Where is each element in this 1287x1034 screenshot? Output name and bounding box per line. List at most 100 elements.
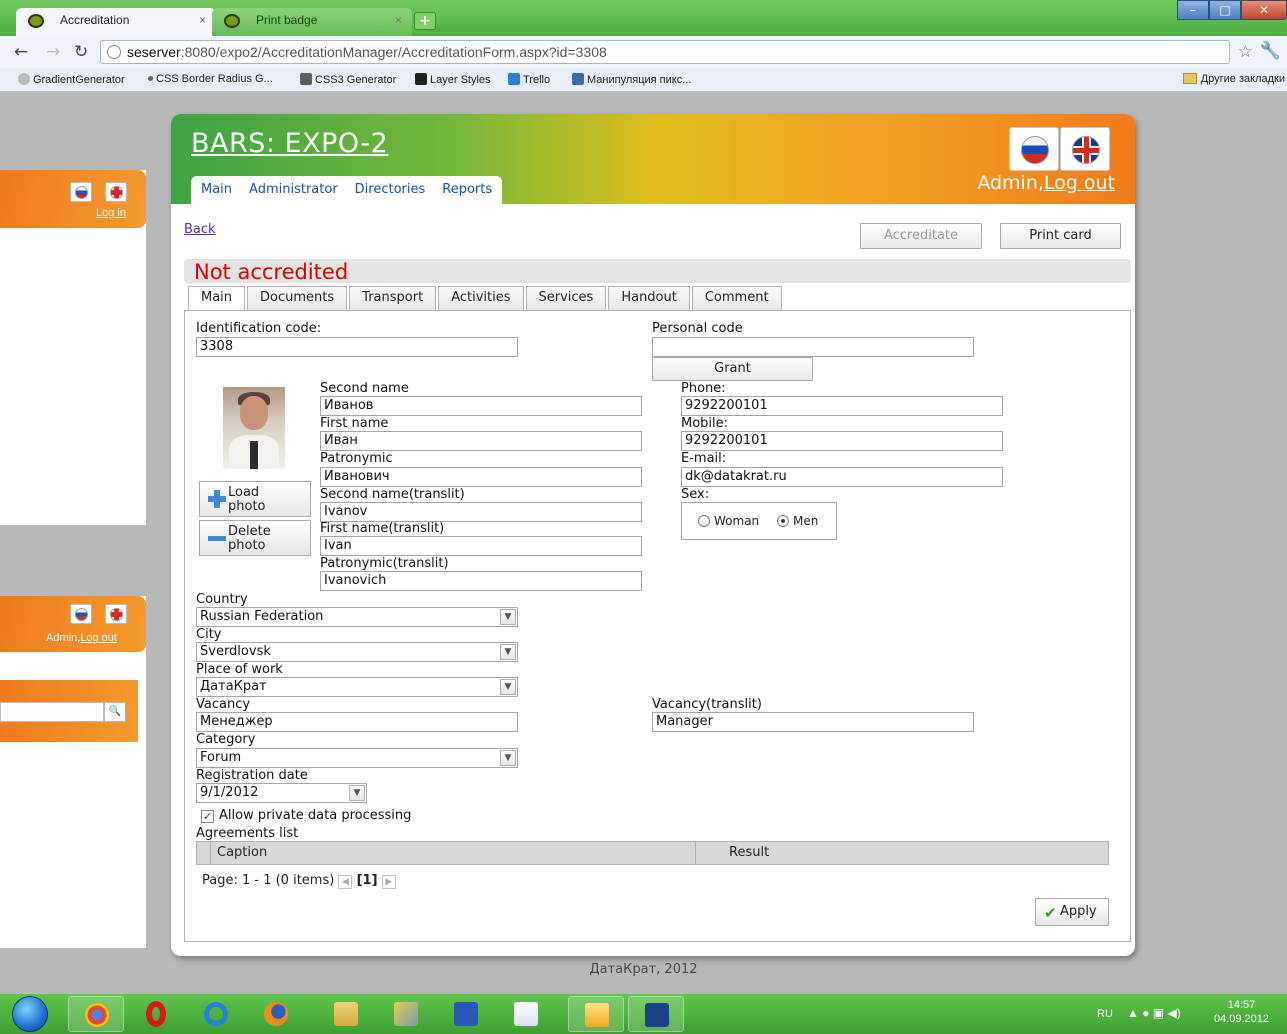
ru-flag-icon[interactable] xyxy=(70,604,92,624)
checkmark-icon: ✔ xyxy=(1044,904,1057,922)
uk-flag-icon[interactable] xyxy=(105,182,127,202)
print-card-button[interactable]: Print card xyxy=(1000,223,1121,249)
pager-current-page[interactable]: [1] xyxy=(357,873,378,888)
ie-taskbar-icon[interactable] xyxy=(188,996,244,1032)
tab-handout[interactable]: Handout xyxy=(608,286,690,310)
logout-link[interactable]: Log out xyxy=(80,632,117,644)
bookmark-star-icon[interactable]: ☆ xyxy=(1238,42,1253,62)
column-result[interactable]: Result xyxy=(729,842,769,864)
back-link[interactable]: Back xyxy=(184,222,216,237)
phone-field[interactable]: 9292200101 xyxy=(681,396,1003,416)
bookmark-item[interactable]: CSS Border Radius G... xyxy=(148,73,273,85)
mobile-field[interactable]: 9292200101 xyxy=(681,431,1003,451)
menu-item-main[interactable]: Main xyxy=(201,182,232,206)
personal-code-field[interactable] xyxy=(652,337,974,357)
menu-item-reports[interactable]: Reports xyxy=(442,182,492,206)
notepad-taskbar-icon[interactable] xyxy=(498,996,554,1032)
sex-option-woman[interactable]: Woman xyxy=(698,514,759,528)
column-caption[interactable]: Caption xyxy=(217,842,267,864)
firefox-taskbar-icon[interactable] xyxy=(248,996,304,1032)
load-photo-button[interactable]: Load photo xyxy=(199,481,311,517)
city-select[interactable]: Sverdlovsk ▼ xyxy=(196,642,518,662)
new-tab-button[interactable]: + xyxy=(414,12,436,30)
forward-arrow-icon[interactable]: → xyxy=(46,42,60,62)
uk-flag-icon[interactable] xyxy=(105,604,127,624)
patronymic-translit-field[interactable]: Ivanovich xyxy=(320,571,642,591)
tray-icons[interactable]: ▲ ● ▣ ◀) xyxy=(1127,1006,1181,1020)
messenger-taskbar-icon[interactable] xyxy=(568,996,624,1032)
chevron-down-icon[interactable]: ▼ xyxy=(500,679,516,695)
tab-services[interactable]: Services xyxy=(525,286,607,310)
vacancy-field[interactable]: Менеджер xyxy=(196,712,518,732)
wrench-menu-icon[interactable]: 🔧 xyxy=(1260,41,1281,61)
explorer-taskbar-icon[interactable] xyxy=(318,996,374,1032)
country-select[interactable]: Russian Federation ▼ xyxy=(196,607,518,627)
save-taskbar-icon[interactable] xyxy=(438,996,494,1032)
registration-date-picker[interactable]: 9/1/2012 ▼ xyxy=(196,783,367,803)
tab-accreditation[interactable]: Accreditation × xyxy=(16,8,216,36)
login-link[interactable]: Log in xyxy=(96,207,126,219)
menu-item-directories[interactable]: Directories xyxy=(355,182,426,206)
second-name-translit-field[interactable]: Ivanov xyxy=(320,502,642,522)
tab-transport[interactable]: Transport xyxy=(349,286,437,310)
radio-men[interactable] xyxy=(777,515,789,527)
chevron-down-icon[interactable]: ▼ xyxy=(500,644,516,660)
first-name-field[interactable]: Иван xyxy=(320,431,642,451)
search-icon[interactable]: 🔍 xyxy=(104,702,126,722)
tab-main[interactable]: Main xyxy=(188,286,246,311)
grant-button[interactable]: Grant xyxy=(652,357,813,381)
email-field[interactable]: dk@datakrat.ru xyxy=(681,467,1003,487)
category-select[interactable]: Forum ▼ xyxy=(196,748,518,768)
close-tab-icon[interactable]: × xyxy=(199,13,206,27)
ru-flag-icon[interactable] xyxy=(70,182,92,202)
close-window-button[interactable]: ✕ xyxy=(1241,0,1287,20)
address-bar[interactable]: seserver:8080/expo2/AccreditationManager… xyxy=(100,40,1230,64)
app-taskbar-icon[interactable] xyxy=(628,996,684,1032)
page-info-icon[interactable] xyxy=(107,45,121,59)
minimize-button[interactable]: – xyxy=(1177,0,1209,20)
english-language-button[interactable] xyxy=(1060,127,1110,171)
back-arrow-icon[interactable]: ← xyxy=(14,42,28,62)
maximize-button[interactable]: □ xyxy=(1209,0,1241,20)
other-bookmarks[interactable]: Другие закладки xyxy=(1182,73,1285,85)
identification-code-field[interactable]: 3308 xyxy=(196,337,518,357)
tab-print-badge[interactable]: Print badge × xyxy=(212,8,412,36)
bookmark-item[interactable]: Layer Styles xyxy=(415,73,491,86)
bookmark-item[interactable]: Trello xyxy=(508,73,550,86)
vacancy-translit-field[interactable]: Manager xyxy=(652,712,974,732)
logout-link[interactable]: Log out xyxy=(1044,172,1115,194)
radio-woman[interactable] xyxy=(698,515,710,527)
delete-photo-button[interactable]: Delete photo xyxy=(199,520,311,556)
accreditate-button[interactable]: Accreditate xyxy=(860,223,982,249)
opera-taskbar-icon[interactable] xyxy=(128,996,184,1032)
clock[interactable]: 14:57 04.09.2012 xyxy=(1214,998,1269,1026)
menu-item-administrator[interactable]: Administrator xyxy=(249,182,338,206)
allow-private-checkbox[interactable]: ✓ xyxy=(201,810,214,823)
chevron-down-icon[interactable]: ▼ xyxy=(500,609,516,625)
reload-icon[interactable]: ↻ xyxy=(74,42,88,62)
tab-comment[interactable]: Comment xyxy=(691,286,782,310)
tab-activities[interactable]: Activities xyxy=(438,286,524,310)
search-input[interactable] xyxy=(0,702,104,722)
russian-language-button[interactable] xyxy=(1009,127,1059,171)
language-indicator[interactable]: RU xyxy=(1097,1008,1113,1020)
chevron-down-icon[interactable]: ▼ xyxy=(500,750,516,766)
apply-button[interactable]: ✔ Apply xyxy=(1035,898,1109,926)
close-tab-icon[interactable]: × xyxy=(395,13,402,27)
pager-next-icon[interactable]: ▶ xyxy=(381,875,396,889)
pager-prev-icon[interactable]: ◀ xyxy=(338,875,353,889)
tools-taskbar-icon[interactable] xyxy=(378,996,434,1032)
start-button[interactable] xyxy=(12,996,48,1032)
app-title[interactable]: BARS: EXPO-2 xyxy=(191,128,388,159)
bookmark-item[interactable]: GradientGenerator xyxy=(18,73,125,86)
second-name-field[interactable]: Иванов xyxy=(320,396,642,416)
bookmark-item[interactable]: CSS3 Generator xyxy=(300,73,396,86)
chrome-taskbar-icon[interactable] xyxy=(68,996,124,1032)
chevron-down-icon[interactable]: ▼ xyxy=(349,785,365,801)
patronymic-field[interactable]: Иванович xyxy=(320,467,642,487)
tab-documents[interactable]: Documents xyxy=(247,286,348,310)
bookmark-item[interactable]: Манипуляция пикс... xyxy=(572,73,691,86)
place-of-work-select[interactable]: ДатаКрат ▼ xyxy=(196,677,518,697)
first-name-translit-field[interactable]: Ivan xyxy=(320,536,642,556)
sex-option-men[interactable]: Men xyxy=(777,514,818,528)
